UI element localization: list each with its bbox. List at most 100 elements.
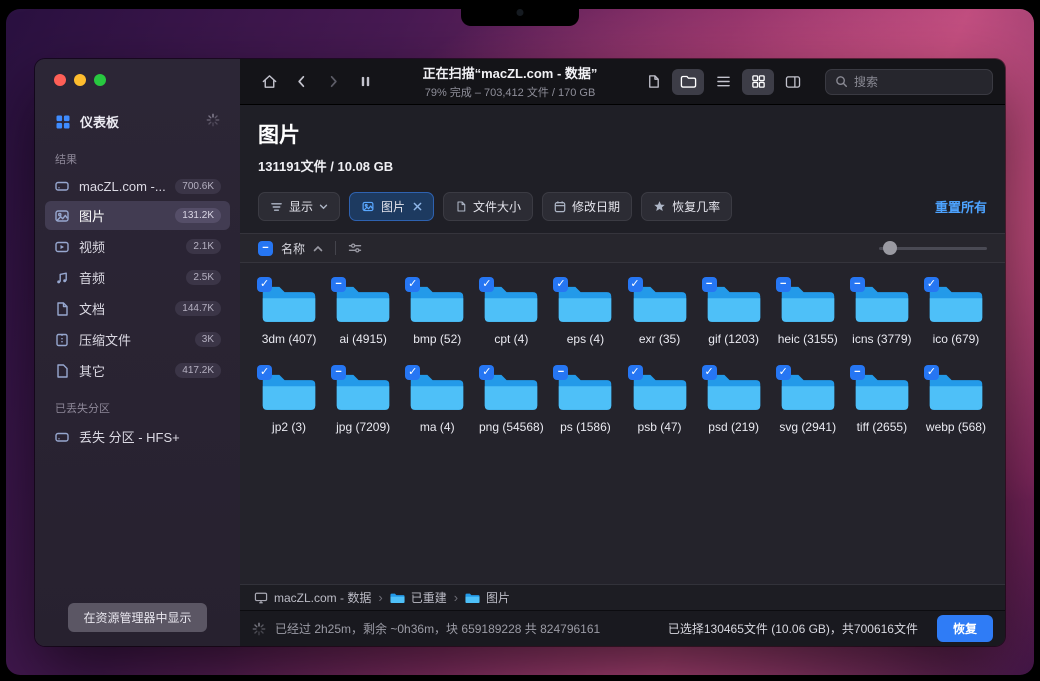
sidebar-item-audio[interactable]: 音频 2.5K (45, 263, 230, 292)
file-icon (54, 363, 70, 379)
breadcrumb-item-rebuilt[interactable]: 已重建 (390, 589, 447, 606)
folder-item-webp[interactable]: ✓ webp (568) (919, 369, 993, 435)
page-title: 图片 (258, 119, 987, 149)
folder-item-png[interactable]: ✓ png (54568) (474, 369, 548, 435)
sidebar-item-label: 视频 (79, 237, 105, 256)
folder-checkbox[interactable]: ✓ (628, 365, 643, 380)
forward-button[interactable] (321, 68, 347, 96)
folder-item-jpg[interactable]: − jpg (7209) (326, 369, 400, 435)
folder-checkbox[interactable]: ✓ (553, 277, 568, 292)
folder-view-button[interactable] (672, 69, 704, 95)
computer-icon (254, 592, 268, 604)
recover-button[interactable]: 恢复 (937, 615, 993, 642)
home-button[interactable] (256, 68, 282, 96)
sort-ascending-icon[interactable] (313, 245, 323, 252)
folder-label: psb (47) (638, 420, 682, 435)
folder-checkbox[interactable]: ✓ (479, 277, 494, 292)
type-filter-label: 图片 (381, 198, 405, 215)
folder-checkbox[interactable]: − (331, 365, 346, 380)
folder-item-cpt[interactable]: ✓ cpt (4) (474, 281, 548, 347)
sidebar-item-pictures[interactable]: 图片 131.2K (45, 201, 230, 230)
count-badge: 417.2K (175, 363, 221, 378)
folder-label: ps (1586) (560, 420, 611, 435)
display-notch (461, 0, 579, 26)
folder-checkbox[interactable]: ✓ (924, 277, 939, 292)
size-filter-chip[interactable]: 文件大小 (443, 192, 533, 221)
sidebar-item-lost-partition[interactable]: 丢失 分区 - HFS+ (45, 422, 230, 451)
grid-view-button[interactable] (742, 69, 774, 95)
folder-item-ai[interactable]: − ai (4915) (326, 281, 400, 347)
folder-checkbox[interactable]: − (702, 277, 717, 292)
breadcrumb-label: 已重建 (411, 589, 447, 606)
folder-checkbox[interactable]: ✓ (405, 365, 420, 380)
folder-checkbox[interactable]: − (553, 365, 568, 380)
folder-checkbox[interactable]: ✓ (405, 277, 420, 292)
folder-item-svg[interactable]: ✓ svg (2941) (771, 369, 845, 435)
folder-checkbox[interactable]: ✓ (257, 277, 272, 292)
folder-checkbox[interactable]: ✓ (776, 365, 791, 380)
show-in-explorer-button[interactable]: 在资源管理器中显示 (68, 603, 206, 632)
sidebar-item-documents[interactable]: 文档 144.7K (45, 294, 230, 323)
display-filter-dropdown[interactable]: 显示 (258, 192, 340, 221)
breadcrumb-item-root[interactable]: macZL.com - 数据 (254, 589, 371, 606)
name-column-header[interactable]: 名称 (281, 240, 305, 257)
remove-filter-icon[interactable] (413, 202, 422, 211)
folder-checkbox[interactable]: ✓ (924, 365, 939, 380)
sidebar-item-label: 丢失 分区 - HFS+ (79, 427, 180, 446)
folder-checkbox[interactable]: − (850, 365, 865, 380)
folder-checkbox[interactable]: ✓ (479, 365, 494, 380)
type-filter-chip-pictures[interactable]: 图片 (349, 192, 434, 221)
sidebar-item-disk[interactable]: macZL.com -... 700.6K (45, 173, 230, 199)
select-all-checkbox[interactable]: − (258, 241, 273, 256)
folder-checkbox[interactable]: ✓ (628, 277, 643, 292)
image-icon (361, 200, 375, 213)
minimize-window-button[interactable] (74, 74, 86, 86)
folder-item-ps[interactable]: − ps (1586) (548, 369, 622, 435)
folder-item-exr[interactable]: ✓ exr (35) (622, 281, 696, 347)
folder-item-eps[interactable]: ✓ eps (4) (548, 281, 622, 347)
folder-label: gif (1203) (708, 332, 759, 347)
search-input[interactable] (854, 75, 983, 89)
folder-item-3dm[interactable]: ✓ 3dm (407) (252, 281, 326, 347)
folder-checkbox[interactable]: ✓ (257, 365, 272, 380)
folder-icon (465, 592, 480, 604)
folder-item-jp2[interactable]: ✓ jp2 (3) (252, 369, 326, 435)
folder-checkbox[interactable]: ✓ (702, 365, 717, 380)
sidebar-item-videos[interactable]: 视频 2.1K (45, 232, 230, 261)
date-filter-chip[interactable]: 修改日期 (542, 192, 632, 221)
folder-label: svg (2941) (779, 420, 836, 435)
recovery-chance-filter-chip[interactable]: 恢复几率 (641, 192, 732, 221)
folder-item-psd[interactable]: ✓ psd (219) (697, 369, 771, 435)
folder-item-ma[interactable]: ✓ ma (4) (400, 369, 474, 435)
folder-checkbox[interactable]: − (776, 277, 791, 292)
reset-all-link[interactable]: 重置所有 (935, 197, 987, 216)
list-view-button[interactable] (707, 69, 739, 95)
zoom-window-button[interactable] (94, 74, 106, 86)
breadcrumb-item-pictures[interactable]: 图片 (465, 589, 510, 606)
folder-item-ico[interactable]: ✓ ico (679) (919, 281, 993, 347)
sidebar-item-archives[interactable]: 压缩文件 3K (45, 325, 230, 354)
sidebar-item-label: 图片 (79, 206, 105, 225)
folder-item-heic[interactable]: − heic (3155) (771, 281, 845, 347)
column-options-icon[interactable] (348, 242, 362, 254)
folder-checkbox[interactable]: − (850, 277, 865, 292)
column-view-button[interactable] (777, 69, 809, 95)
breadcrumb-separator: › (454, 590, 458, 605)
sidebar-item-other[interactable]: 其它 417.2K (45, 356, 230, 385)
close-window-button[interactable] (54, 74, 66, 86)
pause-scan-button[interactable] (353, 68, 379, 96)
folder-item-psb[interactable]: ✓ psb (47) (622, 369, 696, 435)
sidebar-item-dashboard[interactable]: 仪表板 (47, 106, 228, 137)
back-button[interactable] (288, 68, 314, 96)
folder-checkbox[interactable]: − (331, 277, 346, 292)
folder-item-bmp[interactable]: ✓ bmp (52) (400, 281, 474, 347)
count-badge: 131.2K (175, 208, 221, 223)
folder-item-gif[interactable]: − gif (1203) (697, 281, 771, 347)
slider-knob[interactable] (883, 241, 897, 255)
icon-size-slider[interactable] (879, 247, 987, 250)
file-view-button[interactable] (637, 69, 669, 95)
search-field[interactable] (825, 69, 993, 95)
folder-label: jpg (7209) (336, 420, 390, 435)
folder-item-icns[interactable]: − icns (3779) (845, 281, 919, 347)
folder-item-tiff[interactable]: − tiff (2655) (845, 369, 919, 435)
